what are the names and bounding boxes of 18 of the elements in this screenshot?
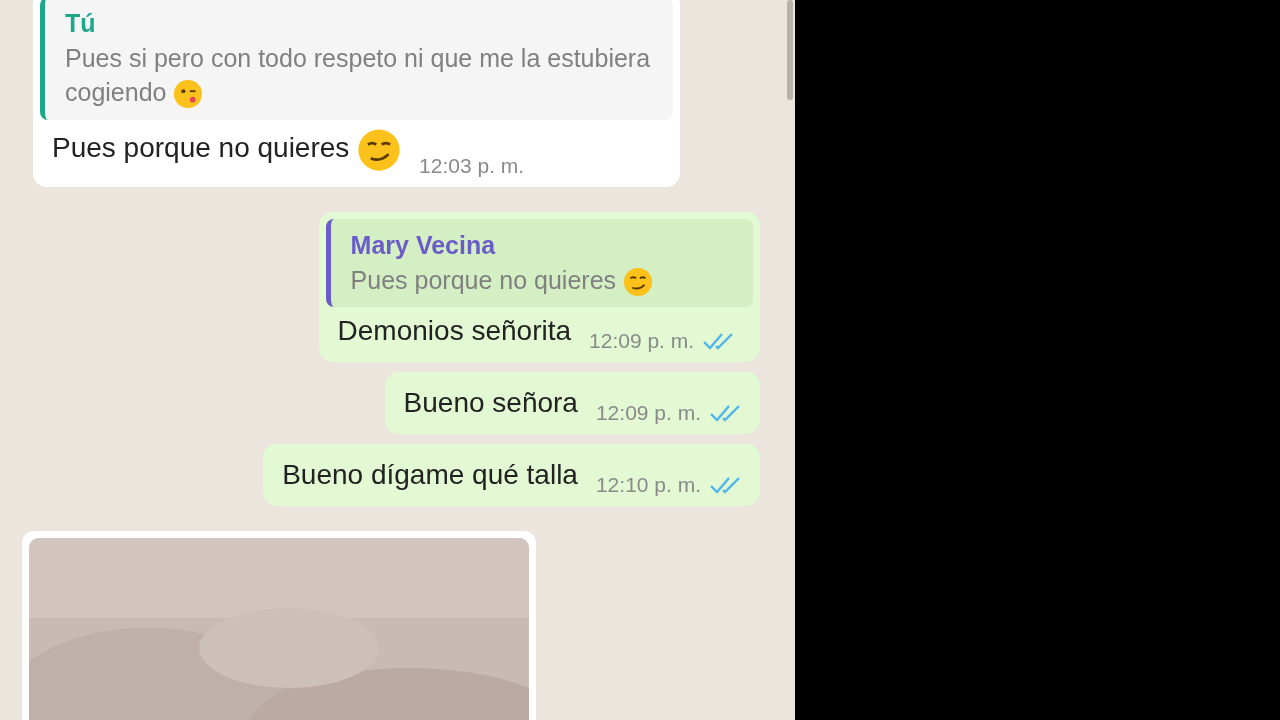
message-text: Demonios señorita xyxy=(337,315,572,349)
scrollbar-thumb[interactable] xyxy=(787,0,793,100)
message-text: Bueno dígame qué talla xyxy=(282,459,578,493)
quote-author: Tú xyxy=(65,9,97,38)
quote-author: Mary Vecina xyxy=(350,230,497,260)
message-time: 12:09 p. m. xyxy=(589,329,695,354)
quote-text: Pues porque no quieres xyxy=(350,263,653,298)
wink-emoji-icon xyxy=(173,79,204,110)
quoted-message[interactable]: Tú Pues si pero con todo respeto ni que me la estubiera cogiendo xyxy=(40,0,673,120)
quoted-message[interactable]: Mary Vecina Pues porque no quieres xyxy=(325,218,753,308)
message-time: 12:10 p. m. xyxy=(595,473,701,498)
message-time: 12:09 p. m. xyxy=(595,401,701,426)
smirk-emoji-icon xyxy=(623,266,653,297)
message-time: 12:03 p. m. xyxy=(419,153,525,178)
message-text: Pues porque no quieres xyxy=(52,127,402,178)
quote-text: Pues si pero con todo respeto ni que me la estubiera cogiendo xyxy=(65,42,659,110)
smirk-emoji-icon xyxy=(357,127,402,172)
message-text: Bueno señora xyxy=(403,387,578,421)
